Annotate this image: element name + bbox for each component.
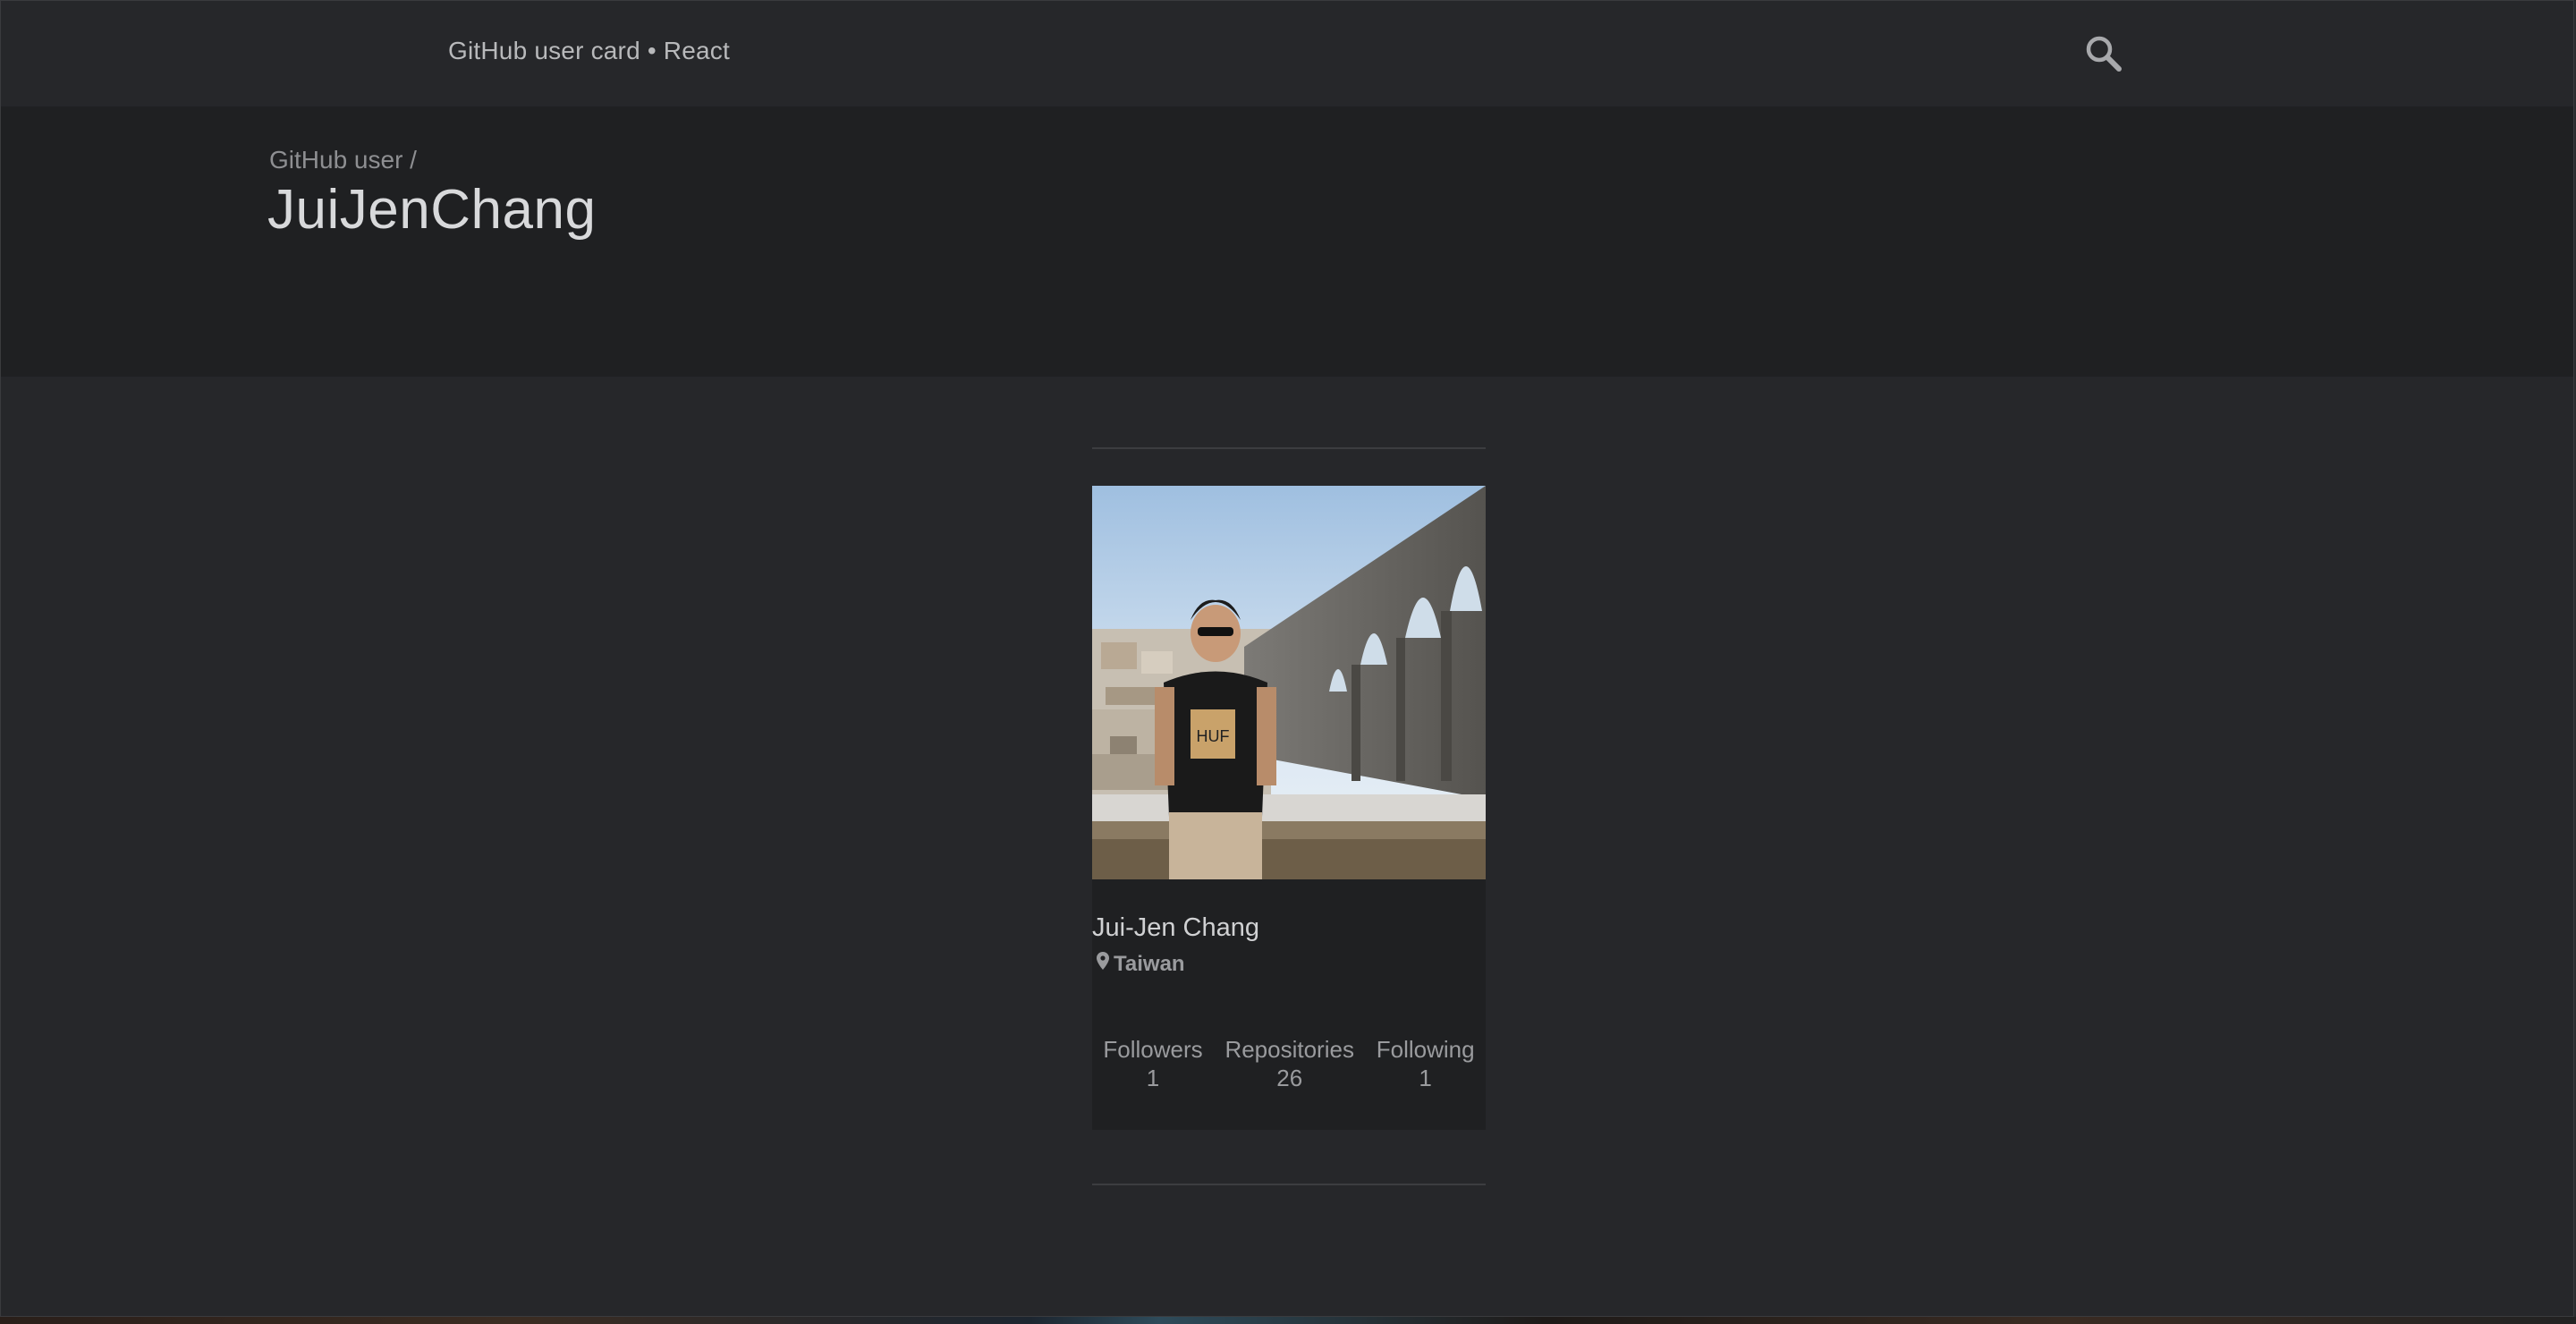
search-icon[interactable]: [2083, 33, 2126, 76]
user-full-name: Jui-Jen Chang: [1092, 913, 1259, 942]
top-divider: [1092, 447, 1486, 449]
user-stats: Followers 1 Repositories 26 Following 1: [1092, 1035, 1486, 1092]
map-pin-icon: [1096, 951, 1110, 977]
location-text: Taiwan: [1114, 951, 1185, 976]
user-location: Taiwan: [1096, 951, 1185, 977]
breadcrumb: GitHub user /: [269, 146, 417, 174]
desktop-background-strip: [0, 1317, 2576, 1324]
top-navbar: GitHub user card • React: [1, 1, 2573, 106]
avatar: HUF: [1092, 486, 1486, 879]
stat-value: 1: [1146, 1065, 1160, 1091]
stat-value: 26: [1276, 1065, 1303, 1091]
page-header: GitHub user / JuiJenChang: [1, 106, 2573, 377]
stat-followers[interactable]: Followers 1: [1103, 1035, 1202, 1092]
bottom-divider: [1092, 1184, 1486, 1185]
user-card: HUF Jui-Jen Chang Taiwan Followers 1 Rep…: [1092, 486, 1486, 1130]
stat-value: 1: [1419, 1065, 1432, 1091]
svg-text:HUF: HUF: [1197, 727, 1230, 745]
stat-label: Following: [1376, 1036, 1475, 1063]
stat-repositories[interactable]: Repositories 26: [1224, 1035, 1354, 1092]
stat-label: Repositories: [1224, 1036, 1354, 1063]
app-title[interactable]: GitHub user card • React: [448, 37, 730, 65]
stat-label: Followers: [1103, 1036, 1203, 1063]
stat-following[interactable]: Following 1: [1377, 1035, 1475, 1092]
app-window: GitHub user card • React GitHub user / J…: [0, 0, 2574, 1317]
page-title: JuiJenChang: [267, 179, 597, 241]
